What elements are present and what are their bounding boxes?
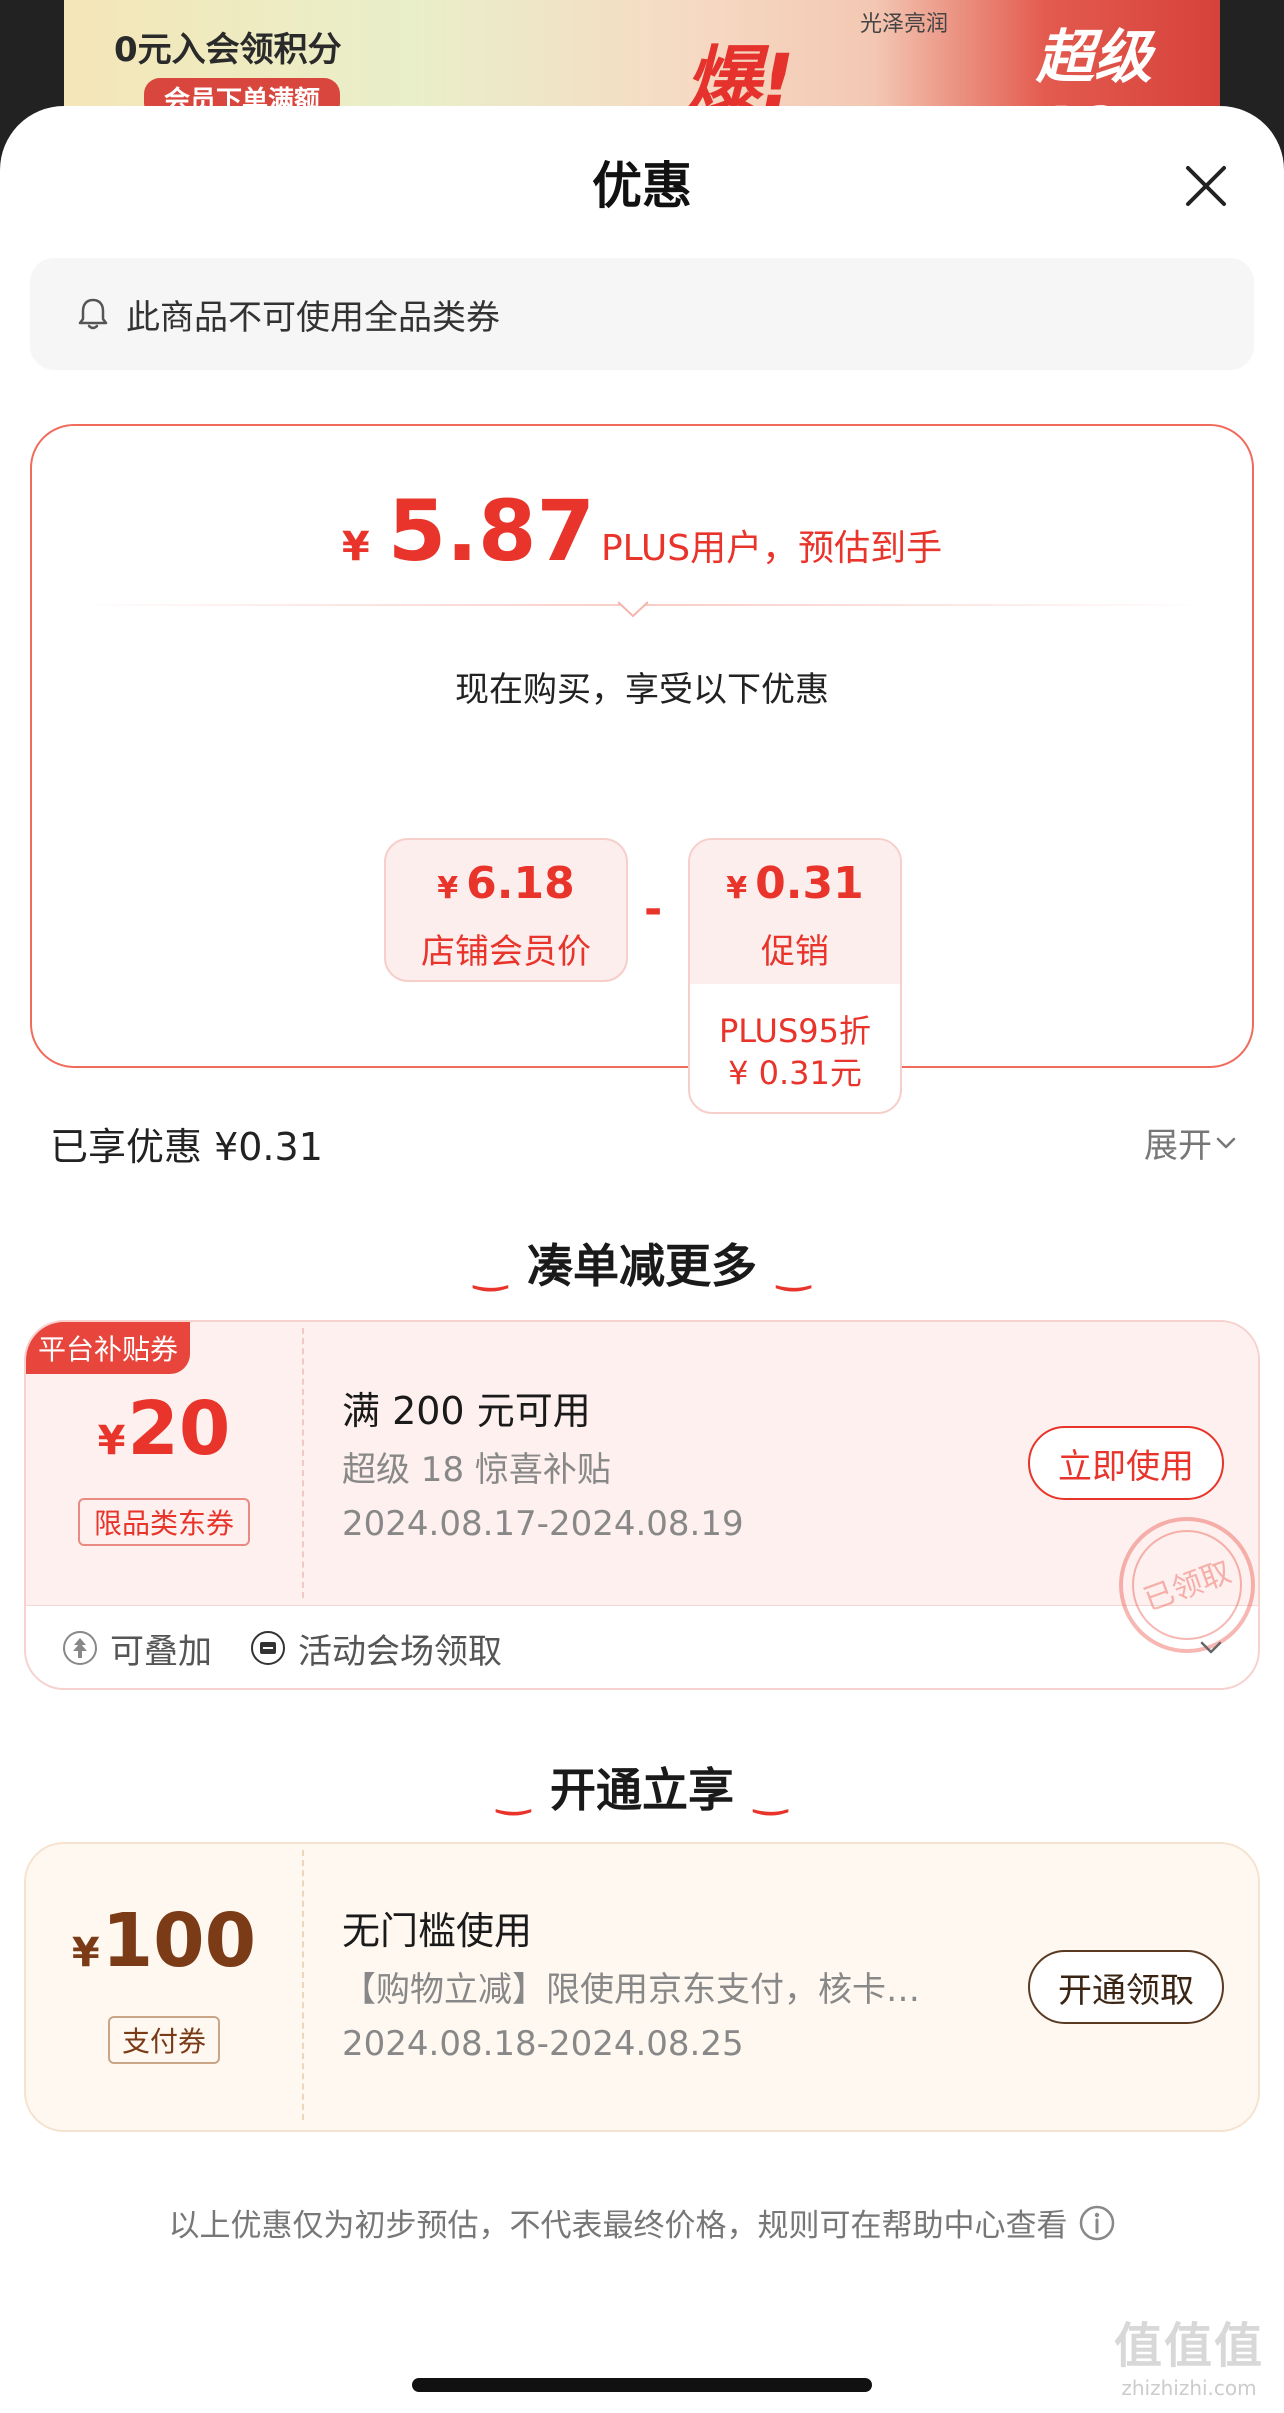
coupon-currency: ¥	[71, 1930, 100, 1976]
coupon-date-range: 2024.08.18-2024.08.25	[342, 2024, 744, 2064]
coupon-amount: ¥20	[26, 1386, 302, 1472]
chevron-down-icon	[1216, 1137, 1236, 1148]
open-claim-button[interactable]: 开通领取	[1028, 1950, 1224, 2024]
ticket-icon	[251, 1631, 285, 1665]
watermark-logo: 值值值	[1113, 2318, 1264, 2374]
coupon-perforation	[302, 1850, 304, 2120]
member-price-value: 6.18	[466, 858, 575, 909]
coupon-date-range: 2024.08.17-2024.08.19	[342, 1504, 744, 1544]
disclaimer-text: 以上优惠仅为初步预估，不代表最终价格，规则可在帮助中心查看	[168, 2208, 1068, 2244]
discount-sheet: 优惠 此商品不可使用全品类券 ¥5.87 PLUS用户，预估到手 现在购买，享受以…	[0, 106, 1284, 2413]
member-price-box: ¥6.18 店铺会员价	[384, 838, 628, 982]
coupon-amount: ¥100	[26, 1898, 302, 1984]
member-price-label: 店铺会员价	[421, 932, 591, 972]
stackable-label: 可叠加	[110, 1631, 212, 1672]
section-open-heading: ‿ 开通立享 ‿	[0, 1754, 1284, 1820]
expand-label: 展开	[1144, 1126, 1212, 1166]
promo-currency: ¥	[726, 871, 748, 906]
close-icon[interactable]	[1178, 158, 1234, 214]
smile-icon: ‿	[496, 1770, 530, 1816]
buy-now-text: 现在购买，享受以下优惠	[455, 670, 829, 710]
disclaimer: 以上优惠仅为初步预估，不代表最终价格，规则可在帮助中心查看	[0, 2200, 1284, 2245]
info-icon[interactable]	[1078, 2204, 1116, 2242]
price-currency: ¥	[341, 524, 370, 570]
use-now-button[interactable]: 立即使用	[1028, 1426, 1224, 1500]
minus-operator: -	[644, 884, 663, 935]
promo-detail-amount: ¥ 0.31元	[728, 1054, 862, 1092]
sheet-title: 优惠	[592, 157, 692, 215]
stack-icon	[63, 1631, 97, 1665]
section-open-title: 开通立享	[550, 1763, 734, 1817]
notice-bar: 此商品不可使用全品类券	[30, 258, 1254, 370]
banner-text-tagline: 光泽亮润	[860, 12, 949, 37]
coupon-perforation	[302, 1328, 304, 1598]
home-indicator[interactable]	[412, 2378, 872, 2392]
banner-text-join: 0元入会领积分	[114, 30, 342, 70]
watermark-url: zhizhizhi.com	[1121, 2376, 1257, 2400]
coupon-amount-value: 100	[101, 1898, 257, 1984]
coupon-kind: 限品类东券	[78, 1498, 250, 1546]
section-more-title: 凑单减更多	[527, 1239, 757, 1293]
promo-box: ¥0.31 促销 PLUS95折 ¥ 0.31元	[688, 838, 902, 1114]
price-estimate-card: ¥5.87 PLUS用户，预估到手 现在购买，享受以下优惠 ¥6.18 店铺会员价…	[30, 424, 1254, 1114]
watermark: 值值值 zhizhizhi.com	[1114, 2306, 1264, 2400]
estimated-price: ¥5.87 PLUS用户，预估到手	[32, 482, 1252, 580]
price-value: 5.87	[387, 482, 595, 580]
coupon-tag: 平台补贴券	[26, 1322, 191, 1374]
caret-down-icon	[618, 601, 648, 618]
source-info: 活动会场领取	[250, 1624, 502, 1673]
notice-text: 此商品不可使用全品类券	[126, 297, 500, 338]
coupon-kind: 支付券	[108, 2016, 220, 2064]
smile-icon: ‿	[473, 1246, 507, 1292]
expand-button[interactable]: 展开	[1144, 1118, 1240, 1167]
coupon-payment: ¥100 支付券 无门槛使用 【购物立减】限使用京东支付，核卡… 2024.08…	[24, 1842, 1260, 2132]
coupon-currency: ¥	[97, 1418, 126, 1464]
promo-detail-discount: PLUS95折	[719, 1012, 871, 1050]
section-more-heading: ‿ 凑单减更多 ‿	[0, 1230, 1284, 1296]
bell-icon	[78, 298, 108, 330]
stackable-info: 可叠加	[62, 1624, 212, 1673]
coupon-footer: 可叠加 活动会场领取	[26, 1606, 1258, 1688]
smile-icon: ‿	[777, 1246, 811, 1292]
coupon-title: 无门槛使用	[342, 1909, 533, 1953]
coupon-title: 满 200 元可用	[342, 1389, 591, 1433]
coupon-subtitle: 超级 18 惊喜补贴	[342, 1450, 611, 1490]
promo-label: 促销	[761, 932, 829, 972]
promo-value: 0.31	[755, 858, 864, 909]
coupon-amount-value: 20	[127, 1386, 231, 1472]
chevron-down-icon[interactable]	[1196, 1632, 1226, 1662]
smile-icon: ‿	[754, 1770, 788, 1816]
source-label: 活动会场领取	[298, 1631, 502, 1672]
member-price-currency: ¥	[437, 871, 459, 906]
coupon-subtitle: 【购物立减】限使用京东支付，核卡…	[342, 1970, 920, 2010]
enjoyed-discount: 已享优惠 ¥0.31	[50, 1125, 323, 1169]
coupon-platform-subsidy: 平台补贴券 ¥20 限品类东券 满 200 元可用 超级 18 惊喜补贴 202…	[24, 1320, 1260, 1690]
price-label: PLUS用户，预估到手	[600, 528, 943, 569]
